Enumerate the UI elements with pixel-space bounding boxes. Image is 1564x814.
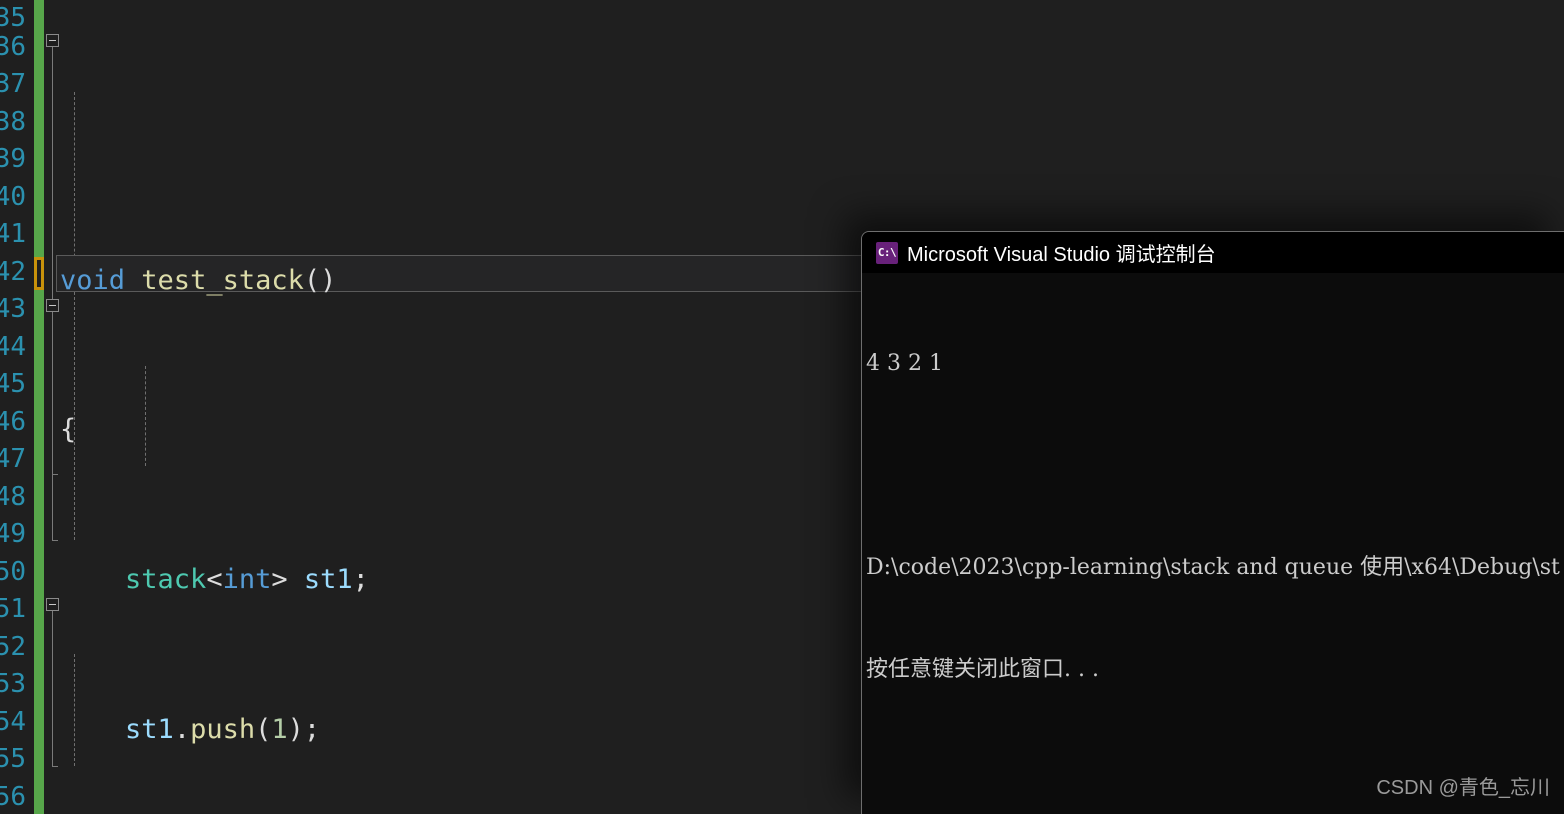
line-number: 56 [0, 782, 26, 812]
line-number: 50 [0, 557, 26, 587]
console-output-line: 4 3 2 1 [866, 351, 943, 376]
line-number: 52 [0, 632, 26, 662]
line-number: 36 [0, 32, 26, 62]
fold-scope-line [52, 611, 53, 766]
line-number: 37 [0, 69, 26, 99]
cmd-prompt-icon-text: C:\ [877, 246, 897, 259]
console-path-line: D:\code\2023\cpp-learning\stack and queu… [866, 555, 1560, 580]
code-line: stack<int> st1; [125, 564, 369, 596]
collapse-icon-while[interactable] [46, 299, 59, 312]
line-number: 45 [0, 369, 26, 399]
line-number: 55 [0, 744, 26, 774]
line-number: 46 [0, 407, 26, 437]
token-type: stack [125, 564, 207, 596]
line-number: 47 [0, 444, 26, 474]
cmd-prompt-icon: C:\ [876, 241, 898, 264]
code-line: { [60, 414, 77, 446]
fold-scope-end [52, 540, 58, 541]
token-variable: st1 [303, 564, 353, 596]
fold-scope-line [52, 47, 53, 307]
line-number-gutter: 35 36 37 38 39 40 41 42 43 44 45 46 47 4… [0, 0, 30, 814]
line-number: 38 [0, 107, 26, 137]
code-line: void test_stack() [60, 264, 337, 296]
line-number: 41 [0, 219, 26, 249]
csdn-watermark: CSDN @青色_忘川 [1376, 777, 1550, 799]
token-keyword: int [222, 564, 272, 596]
collapse-icon-main[interactable] [46, 598, 59, 611]
debug-console-window[interactable]: C:\ Microsoft Visual Studio 调试控制台 4 3 2 … [861, 231, 1564, 814]
bookmark-marker[interactable] [34, 257, 44, 290]
code-line: st1.push(1); [125, 713, 321, 745]
console-prompt-line: 按任意键关闭此窗口. . . [866, 657, 1099, 682]
change-indicator-bar [34, 0, 44, 814]
token-method: push [190, 713, 256, 745]
screenshot-root: 35 36 37 38 39 40 41 42 43 44 45 46 47 4… [0, 0, 1564, 814]
console-window-title: Microsoft Visual Studio 调试控制台 [907, 244, 1216, 266]
console-title-bar[interactable]: C:\ Microsoft Visual Studio 调试控制台 [862, 232, 1564, 273]
line-number: 54 [0, 707, 26, 737]
line-number: 48 [0, 482, 26, 512]
token-function: test_stack [141, 264, 304, 296]
token-keyword: void [60, 264, 126, 296]
fold-scope-line [52, 312, 53, 540]
code-text[interactable]: void test_stack() { stack<int> st1; st1.… [60, 0, 597, 814]
token-number: 1 [271, 713, 288, 745]
line-number: 42 [0, 257, 26, 287]
line-number: 39 [0, 144, 26, 174]
line-number: 43 [0, 294, 26, 324]
token-variable: st1 [125, 713, 174, 745]
collapse-icon-test-stack[interactable] [46, 34, 59, 47]
line-number: 49 [0, 519, 26, 549]
fold-scope-end [52, 766, 58, 767]
console-output: 4 3 2 1 D:\code\2023\cpp-learning\stack … [862, 273, 1564, 755]
line-number: 51 [0, 594, 26, 624]
line-number: 40 [0, 182, 26, 212]
line-number: 53 [0, 669, 26, 699]
line-number: 44 [0, 332, 26, 362]
